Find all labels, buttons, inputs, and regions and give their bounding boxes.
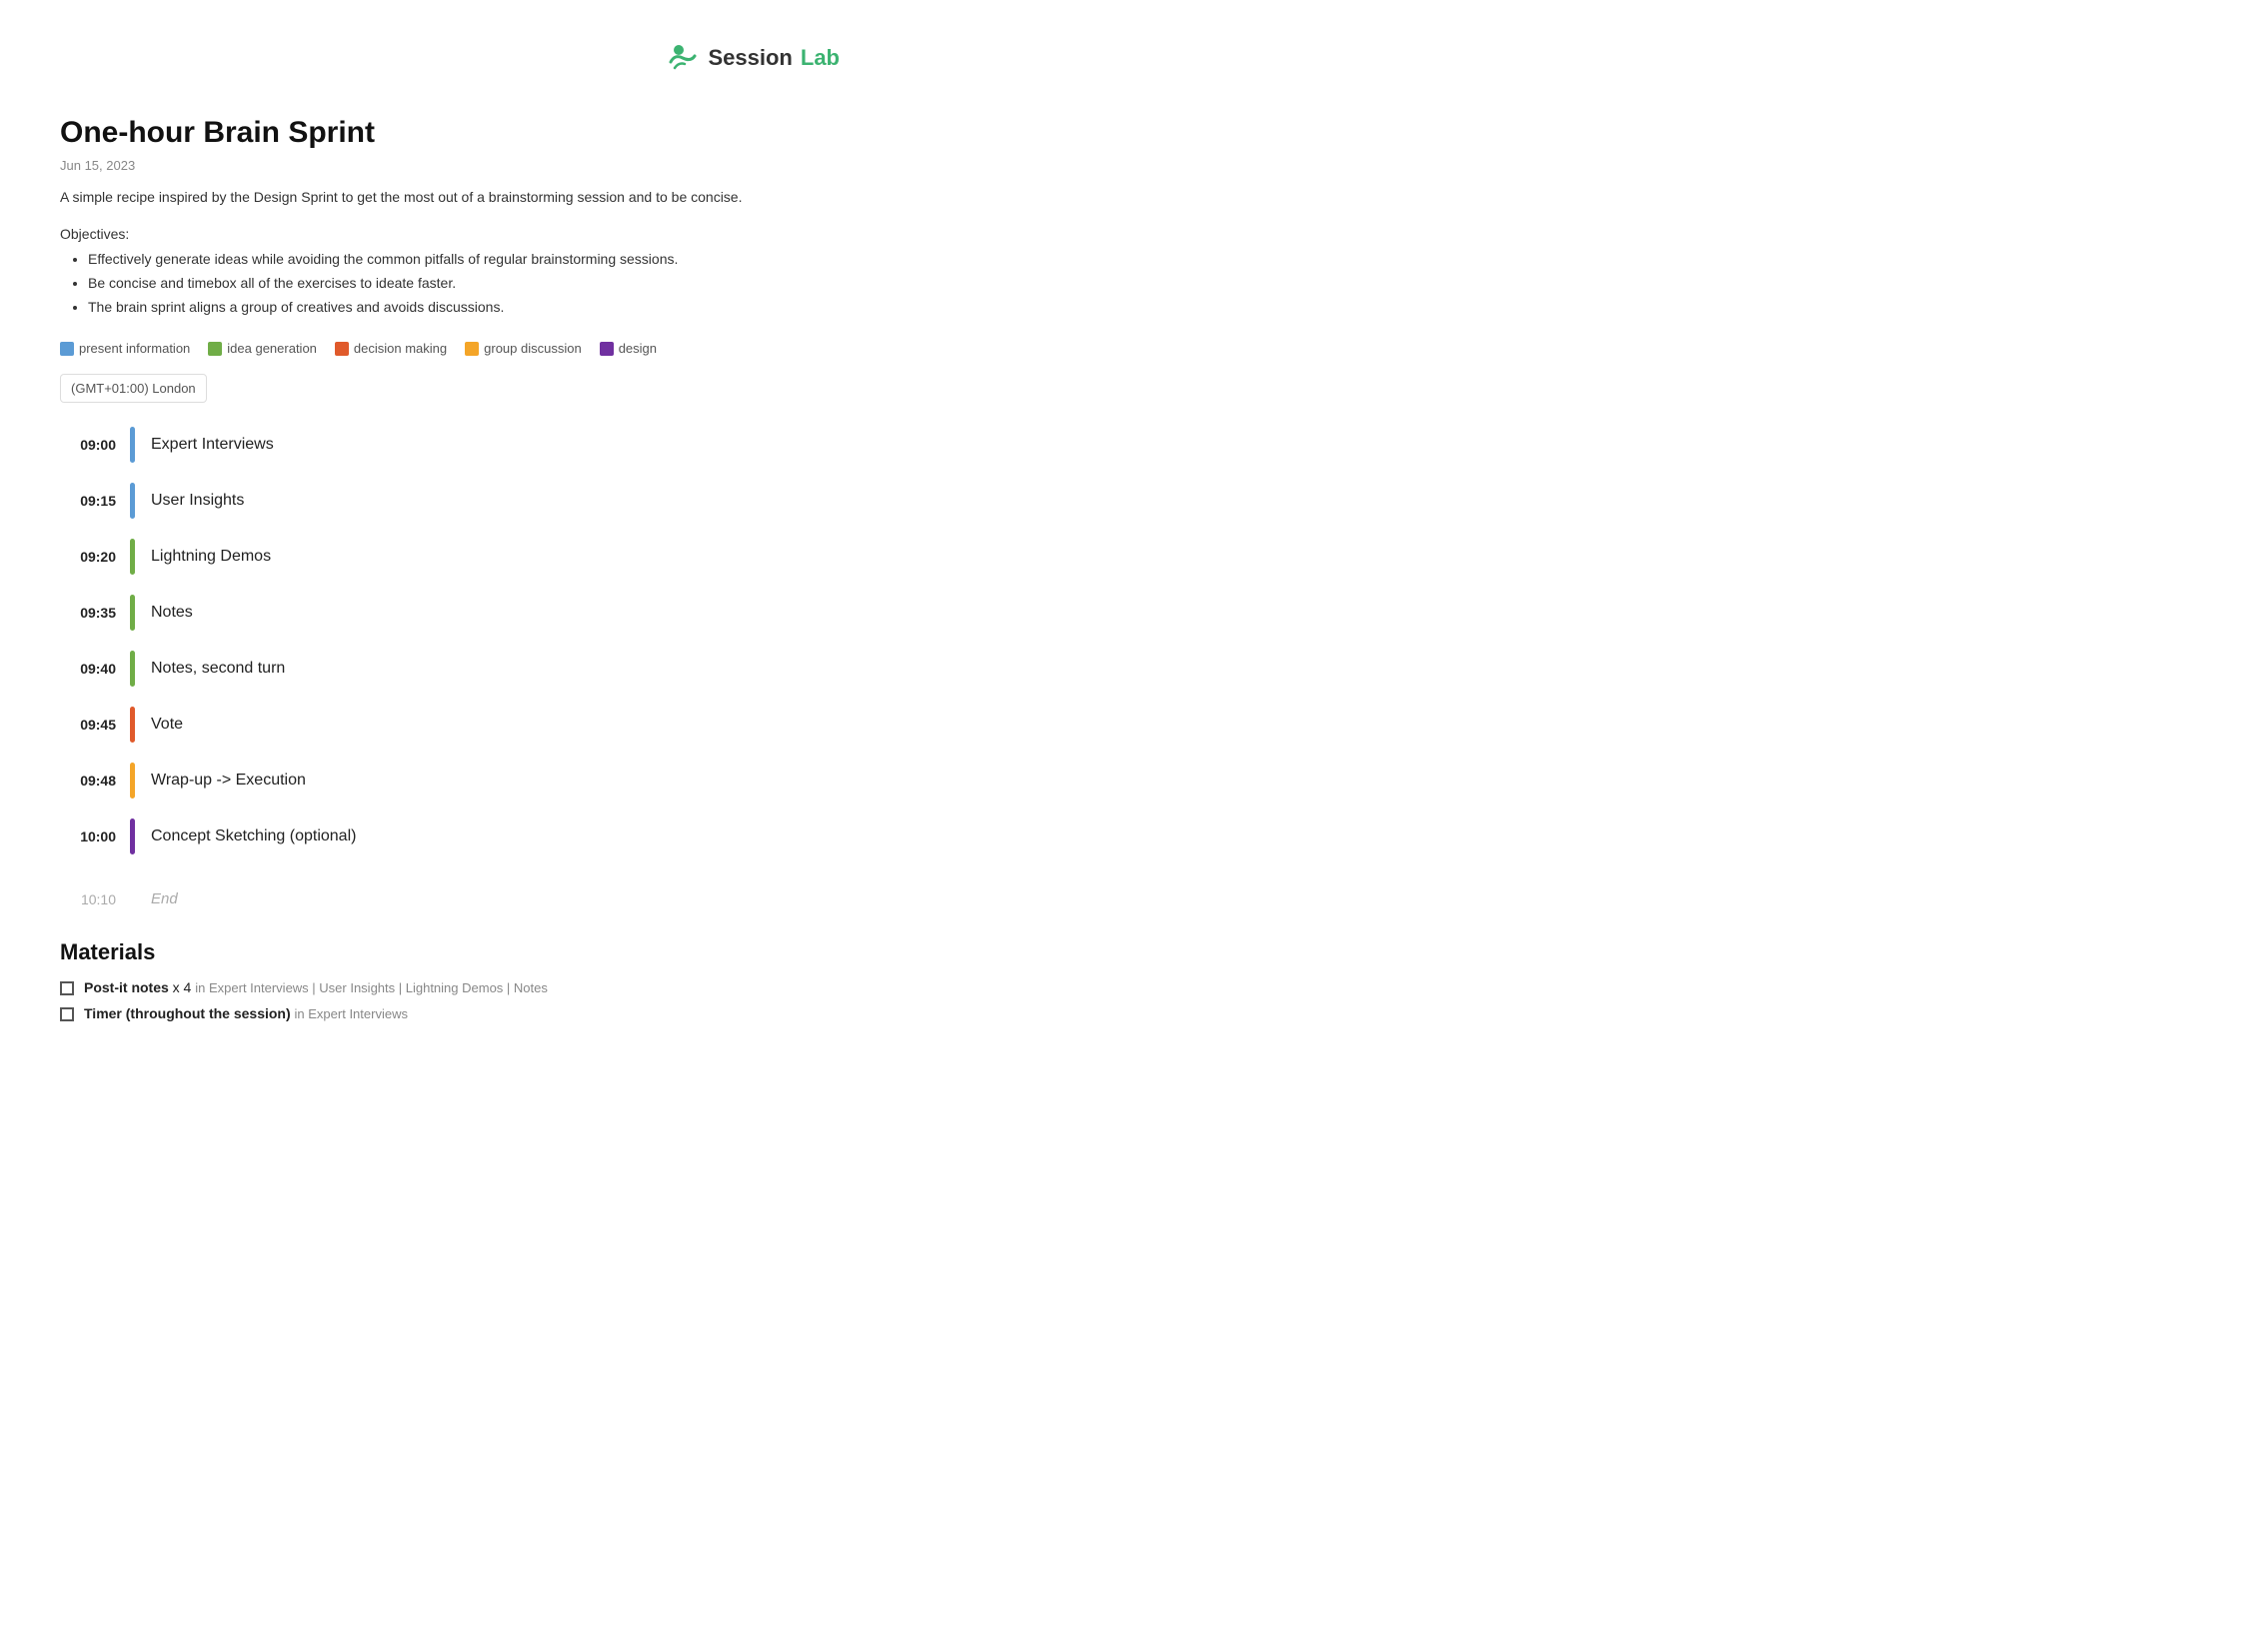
schedule: 09:00 Expert Interviews 09:15 User Insig… (60, 427, 840, 854)
schedule-bar-0 (130, 427, 135, 463)
schedule-row-7: 10:00 Concept Sketching (optional) (60, 818, 840, 854)
material-item-0: Post-it notes x 4 in Expert Interviews |… (60, 979, 840, 995)
timezone: (GMT+01:00) London (60, 374, 207, 403)
schedule-bar-5 (130, 707, 135, 743)
objective-1: Effectively generate ideas while avoidin… (88, 248, 840, 272)
header: Session Lab (60, 40, 840, 76)
schedule-label-6: Wrap-up -> Execution (151, 772, 306, 790)
schedule-row-2: 09:20 Lightning Demos (60, 539, 840, 575)
legend-item-group: group discussion (465, 341, 582, 356)
schedule-time-4: 09:40 (60, 661, 130, 677)
schedule-bar-3 (130, 595, 135, 631)
legend-item-decision: decision making (335, 341, 447, 356)
legend-color-idea (208, 342, 222, 356)
schedule-label-4: Notes, second turn (151, 660, 285, 678)
end-time: 10:10 (60, 891, 130, 907)
legend-label-decision: decision making (354, 341, 447, 356)
objective-2: Be concise and timebox all of the exerci… (88, 272, 840, 296)
materials-title: Materials (60, 939, 840, 965)
material-text-0: Post-it notes x 4 in Expert Interviews |… (84, 979, 548, 995)
schedule-label-1: User Insights (151, 492, 244, 510)
legend-item-present: present information (60, 341, 190, 356)
schedule-label-7: Concept Sketching (optional) (151, 827, 356, 845)
legend-color-present (60, 342, 74, 356)
schedule-bar-2 (130, 539, 135, 575)
logo-lab-text: Lab (801, 45, 840, 71)
schedule-end: 10:10 End (60, 890, 840, 907)
legend-item-design: design (600, 341, 657, 356)
legend-item-idea: idea generation (208, 341, 317, 356)
material-name-1: Timer (throughout the session) (84, 1005, 291, 1021)
schedule-label-0: Expert Interviews (151, 436, 274, 454)
material-sub-1: in Expert Interviews (295, 1006, 408, 1021)
checkbox-1[interactable] (60, 1007, 74, 1021)
schedule-label-5: Vote (151, 716, 183, 734)
sessionlab-icon (665, 40, 701, 76)
schedule-bar-7 (130, 818, 135, 854)
schedule-time-2: 09:20 (60, 549, 130, 565)
schedule-time-6: 09:48 (60, 773, 130, 789)
legend-label-design: design (619, 341, 657, 356)
legend-color-decision (335, 342, 349, 356)
schedule-row-5: 09:45 Vote (60, 707, 840, 743)
material-suffix-0: x 4 (169, 979, 195, 995)
page-title: One-hour Brain Sprint (60, 116, 840, 150)
schedule-bar-4 (130, 651, 135, 687)
material-text-1: Timer (throughout the session) in Expert… (84, 1005, 408, 1021)
legend-label-idea: idea generation (227, 341, 317, 356)
page-date: Jun 15, 2023 (60, 158, 840, 173)
schedule-bar-1 (130, 483, 135, 519)
schedule-row-6: 09:48 Wrap-up -> Execution (60, 763, 840, 799)
schedule-time-0: 09:00 (60, 437, 130, 453)
schedule-time-7: 10:00 (60, 828, 130, 844)
material-name-0: Post-it notes (84, 979, 169, 995)
material-sub-0: in Expert Interviews | User Insights | L… (195, 980, 548, 995)
end-label: End (151, 890, 178, 907)
schedule-label-3: Notes (151, 604, 193, 622)
legend-label-group: group discussion (484, 341, 582, 356)
schedule-time-3: 09:35 (60, 605, 130, 621)
schedule-row-4: 09:40 Notes, second turn (60, 651, 840, 687)
logo-session-text: Session (709, 45, 793, 71)
material-item-1: Timer (throughout the session) in Expert… (60, 1005, 840, 1021)
objectives-label: Objectives: (60, 226, 840, 242)
objectives-list: Effectively generate ideas while avoidin… (60, 248, 840, 319)
checkbox-0[interactable] (60, 981, 74, 995)
schedule-time-5: 09:45 (60, 717, 130, 733)
page-description: A simple recipe inspired by the Design S… (60, 187, 840, 208)
schedule-row-3: 09:35 Notes (60, 595, 840, 631)
schedule-label-2: Lightning Demos (151, 548, 271, 566)
schedule-bar-6 (130, 763, 135, 799)
legend-color-design (600, 342, 614, 356)
schedule-row-0: 09:00 Expert Interviews (60, 427, 840, 463)
legend-color-group (465, 342, 479, 356)
legend-label-present: present information (79, 341, 190, 356)
schedule-time-1: 09:15 (60, 493, 130, 509)
legend: present information idea generation deci… (60, 341, 840, 356)
schedule-row-1: 09:15 User Insights (60, 483, 840, 519)
logo: Session Lab (665, 40, 841, 76)
objective-3: The brain sprint aligns a group of creat… (88, 296, 840, 320)
